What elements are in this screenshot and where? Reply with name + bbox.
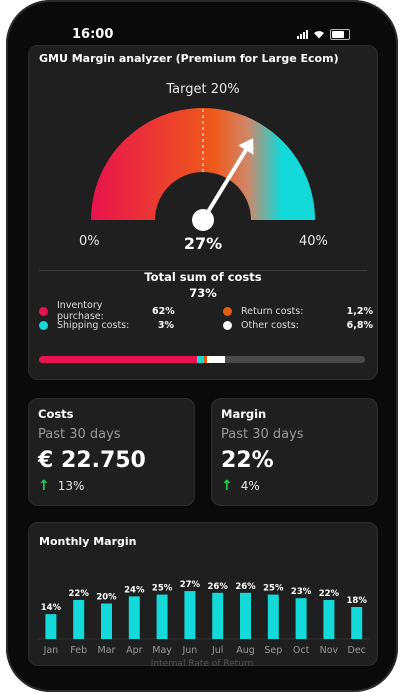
inventory-dot-icon	[39, 306, 48, 316]
monthly-margin-card: Monthly Margin 14% Jan 22% Feb 20% Mar 24% Apr 2…	[28, 522, 378, 666]
costs-legend-right: Return costs: 1,2% Other costs: 6,8%	[223, 304, 373, 332]
bar-jan[interactable]	[45, 614, 57, 639]
status-icons	[297, 29, 350, 40]
signal-icon	[297, 30, 308, 39]
bar-value-label: 14%	[41, 603, 62, 613]
month-tick-label: Feb	[70, 645, 87, 656]
bar-dec[interactable]	[351, 607, 363, 639]
legend-value: 1,2%	[346, 305, 373, 317]
margin-card-period: Past 30 days	[221, 427, 304, 442]
bar-jul[interactable]	[212, 592, 224, 639]
bar-value-label: 25%	[152, 584, 173, 594]
month-tick-label: Dec	[348, 645, 366, 656]
month-tick-label: Jun	[181, 645, 197, 656]
costs-legend-left: Inventory purchase: 62% Shipping costs: …	[39, 300, 175, 332]
costs-card-period: Past 30 days	[38, 427, 121, 442]
bar-value-label: 23%	[291, 587, 312, 597]
margin-card[interactable]: Margin Past 30 days 22% ↑ 4%	[211, 398, 378, 506]
month-tick-label: Aug	[236, 645, 255, 656]
margin-card-value: 22%	[221, 448, 274, 473]
costs-trend-value: 13%	[57, 479, 85, 493]
wifi-icon	[314, 31, 324, 39]
costs-stacked-bar	[39, 356, 365, 363]
margin-card-title: Margin	[221, 407, 267, 421]
month-tick-label: Jan	[43, 645, 59, 656]
legend-item-other: Other costs: 6,8%	[223, 318, 373, 332]
bar-mar[interactable]	[101, 603, 112, 639]
month-tick-label: Oct	[293, 645, 310, 656]
bar-value-label: 27%	[180, 580, 201, 590]
legend-label: Shipping costs:	[57, 319, 130, 331]
costs-card-trend: ↑ 13%	[38, 478, 84, 494]
legend-value: 3%	[157, 319, 174, 331]
other-dot-icon	[223, 320, 232, 330]
costs-sum-value: 73%	[189, 286, 217, 300]
month-tick-label: Mar	[98, 645, 116, 656]
bar-apr[interactable]	[128, 596, 140, 639]
margin-card-trend: ↑ 4%	[221, 478, 260, 494]
stack-segment	[207, 356, 225, 363]
bar-may[interactable]	[156, 594, 168, 639]
legend-item-returns: Return costs: 1,2%	[223, 304, 373, 318]
bar-jun[interactable]	[184, 591, 196, 639]
bar-aug[interactable]	[240, 592, 251, 639]
status-time: 16:00	[72, 27, 114, 42]
bar-value-label: 22%	[319, 589, 340, 599]
bar-value-label: 24%	[124, 585, 145, 595]
legend-item-inventory: Inventory purchase: 62%	[39, 300, 175, 322]
costs-sum-title: Total sum of costs	[144, 270, 262, 284]
gauge-max-label: 40%	[299, 234, 328, 249]
legend-label: Other costs:	[241, 319, 299, 331]
bar-value-label: 26%	[208, 582, 229, 592]
margin-analyzer-card: GMU Margin analyzer (Premium for Large E…	[28, 45, 378, 380]
bar-feb[interactable]	[73, 599, 85, 639]
stack-segment	[196, 356, 205, 363]
costs-card-value: € 22.750	[38, 448, 146, 473]
month-tick-label: Nov	[320, 645, 339, 656]
bar-nov[interactable]	[323, 599, 335, 639]
battery-icon	[330, 29, 350, 40]
needle-hub	[192, 209, 214, 231]
month-tick-label: Jul	[211, 645, 223, 656]
returns-dot-icon	[223, 306, 232, 316]
bar-value-label: 26%	[235, 582, 256, 592]
costs-card[interactable]: Costs Past 30 days € 22.750 ↑ 13%	[28, 398, 195, 506]
bar-value-label: 20%	[96, 592, 117, 602]
bar-sep[interactable]	[267, 594, 279, 639]
bar-value-label: 22%	[69, 589, 90, 599]
month-tick-label: May	[152, 645, 172, 656]
month-tick-label: Apr	[126, 645, 143, 656]
legend-value: 6,8%	[346, 319, 373, 331]
costs-card-title: Costs	[38, 407, 74, 421]
legend-item-shipping: Shipping costs: 3%	[39, 318, 174, 332]
month-tick-label: Sep	[264, 645, 282, 656]
stack-segment	[39, 356, 197, 363]
monthly-margin-chart: 14% Jan 22% Feb 20% Mar 24% Apr 25% May 27% Jun 26% J…	[37, 580, 369, 656]
arrow-up-icon: ↑	[38, 478, 50, 494]
bar-value-label: 25%	[263, 584, 284, 594]
bar-value-label: 18%	[347, 596, 368, 606]
margin-gauge	[91, 108, 315, 231]
bar-oct[interactable]	[295, 598, 307, 639]
margin-trend-value: 4%	[240, 479, 260, 493]
arrow-up-icon: ↑	[221, 478, 233, 494]
bottom-caption: Internal Rate of Return	[150, 659, 254, 669]
legend-label: Return costs:	[241, 305, 304, 317]
shipping-dot-icon	[39, 320, 48, 330]
legend-value: 62%	[152, 305, 175, 317]
